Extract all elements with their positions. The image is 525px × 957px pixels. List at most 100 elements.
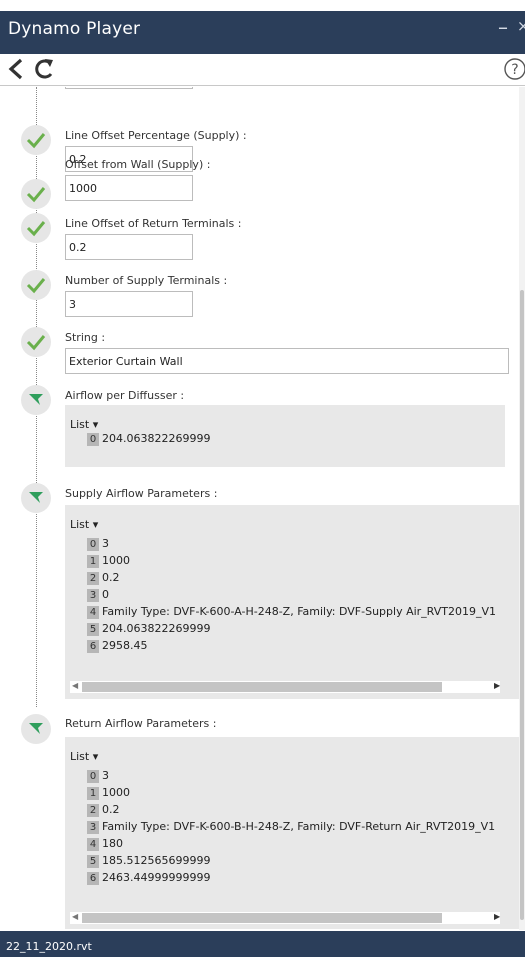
list-index: 2 (87, 804, 99, 817)
output-status (21, 483, 51, 513)
list-index: 0 (87, 770, 99, 783)
close-button[interactable]: × (517, 17, 525, 35)
list-value: 1000 (102, 554, 130, 567)
scroll-left-icon[interactable]: ◀ (72, 681, 78, 690)
list-item: 03 (87, 769, 109, 783)
list-index: 4 (87, 838, 99, 851)
list-item: 2 0.2 (87, 803, 120, 817)
checkmark-icon (26, 133, 46, 149)
status-bar: 22_11_2020.rvt (0, 931, 525, 957)
input-label: Number of Supply Terminals : (65, 274, 228, 287)
horizontal-scrollbar[interactable]: ◀ ▶ (70, 912, 500, 924)
scroll-left-icon[interactable]: ◀ (72, 912, 78, 921)
input-field[interactable]: Exterior Curtain Wall (65, 348, 509, 374)
graph-panel: Line Offset Percentage (Supply) : 0.2 Of… (0, 87, 525, 930)
output-label: Supply Airflow Parameters : (65, 487, 218, 500)
output-status (21, 385, 51, 415)
checkmark-icon (26, 278, 46, 294)
flag-icon (29, 723, 43, 734)
list-value: 204.063822269999 (102, 622, 211, 635)
list-item: 5 185.512565699999 (87, 854, 210, 868)
list-index: 3 (87, 589, 99, 602)
list-value: 204.063822269999 (102, 432, 211, 445)
input-label: Line Offset Percentage (Supply) : (65, 129, 247, 142)
check-status (21, 213, 51, 243)
back-arrow-icon[interactable] (6, 57, 28, 81)
list-item: 4 180 (87, 837, 123, 851)
checkmark-icon (26, 187, 46, 203)
list-value: 2463.44999999999 (102, 871, 211, 884)
help-icon[interactable]: ? (503, 57, 525, 81)
scroll-right-icon[interactable]: ▶ (494, 912, 500, 921)
input-field[interactable]: 1000 (65, 175, 193, 201)
app-title: Dynamo Player (8, 19, 141, 39)
list-index: 5 (87, 855, 99, 868)
refresh-icon[interactable] (32, 57, 56, 81)
title-bar-inner: Dynamo Player – × (0, 11, 525, 54)
list-value: 0.2 (102, 571, 120, 584)
check-status (21, 270, 51, 300)
list-item: 1 1000 (87, 554, 130, 568)
list-header[interactable]: List ▾ (70, 518, 98, 531)
scroll-thumb[interactable] (82, 913, 442, 923)
scroll-thumb[interactable] (82, 682, 442, 692)
list-index: 1 (87, 555, 99, 568)
list-value: 185.512565699999 (102, 854, 211, 867)
list-header[interactable]: List ▾ (70, 418, 98, 431)
list-index: 6 (87, 640, 99, 653)
list-index: 1 (87, 787, 99, 800)
svg-text:?: ? (511, 62, 518, 78)
input-field[interactable]: 3 (65, 291, 193, 317)
flag-icon (29, 394, 43, 405)
list-index: 6 (87, 872, 99, 885)
minimize-button[interactable]: – (498, 15, 508, 39)
list-index: 0 (87, 433, 99, 446)
input-label: Line Offset of Return Terminals : (65, 217, 242, 230)
list-item: 6 2463.44999999999 (87, 871, 210, 885)
check-status (21, 179, 51, 209)
previous-input-edge (65, 87, 193, 89)
list-index: 0 (87, 538, 99, 551)
list-value: 0 (102, 588, 109, 601)
input-label: String : (65, 331, 106, 344)
output-list-box: List ▾ 03 1 1000 2 0.2 30 4 Family Type: DV… (65, 505, 519, 699)
list-header[interactable]: List ▾ (70, 750, 98, 763)
toolbar: ? (0, 54, 525, 86)
flag-icon (29, 492, 43, 503)
check-status (21, 125, 51, 155)
list-value: 3 (102, 537, 109, 550)
list-item: 30 (87, 588, 109, 602)
list-value: Family Type: DVF-K-600-A-H-248-Z, Family… (102, 605, 496, 618)
list-value: 3 (102, 769, 109, 782)
input-label: Offset from Wall (Supply) : (65, 158, 211, 171)
output-label: Airflow per Diffusser : (65, 389, 185, 402)
list-index: 4 (87, 606, 99, 619)
output-label: Return Airflow Parameters : (65, 717, 217, 730)
list-item: 5 204.063822269999 (87, 622, 210, 636)
scroll-right-icon[interactable]: ▶ (494, 681, 500, 690)
list-value: 180 (102, 837, 123, 850)
list-value: 1000 (102, 786, 130, 799)
list-item: 2 0.2 (87, 571, 120, 585)
output-status (21, 714, 51, 744)
output-list-box: List ▾ 0 204.063822269999 (65, 405, 505, 467)
list-index: 2 (87, 572, 99, 585)
list-item: 0 204.063822269999 (87, 432, 210, 446)
horizontal-scrollbar[interactable]: ◀ ▶ (70, 681, 500, 693)
list-index: 5 (87, 623, 99, 636)
list-item: 3 Family Type: DVF-K-600-B-H-248-Z, Famil… (87, 820, 495, 834)
list-value: 0.2 (102, 803, 120, 816)
list-item: 4 Family Type: DVF-K-600-A-H-248-Z, Famil… (87, 605, 496, 619)
output-list-box: List ▾ 03 1 1000 2 0.2 3 Family Type: DVF-K… (65, 737, 519, 929)
checkmark-icon (26, 221, 46, 237)
document-name: 22_11_2020.rvt (6, 940, 92, 953)
list-item: 03 (87, 537, 109, 551)
list-item: 1 1000 (87, 786, 130, 800)
list-index: 3 (87, 821, 99, 834)
input-field[interactable]: 0.2 (65, 234, 193, 260)
checkmark-icon (26, 335, 46, 351)
vertical-scroll-thumb[interactable] (520, 290, 524, 920)
list-value: 2958.45 (102, 639, 148, 652)
check-status (21, 327, 51, 357)
title-bar: Dynamo Player – × (0, 0, 525, 54)
